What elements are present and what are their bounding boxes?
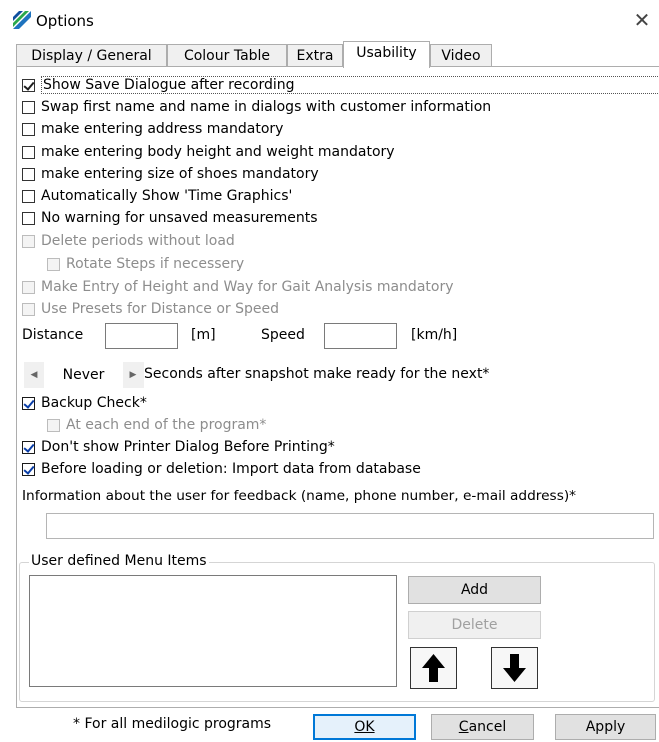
spin-right-icon[interactable]: ▶ bbox=[123, 362, 143, 388]
checkbox-label: Make Entry of Height and Way for Gait An… bbox=[41, 279, 454, 295]
title-bar: Options ✕ bbox=[0, 0, 659, 38]
checkbox-box[interactable] bbox=[22, 234, 35, 248]
footer-note: * For all medilogic programs bbox=[73, 716, 272, 732]
checkbox-box[interactable] bbox=[22, 396, 35, 410]
checkbox-box[interactable] bbox=[22, 211, 35, 225]
checkbox-box[interactable] bbox=[22, 145, 35, 159]
checkbox-label: No warning for unsaved measurements bbox=[41, 210, 318, 226]
checkbox-label: make entering body height and weight man… bbox=[41, 144, 395, 160]
snapshot-label: Seconds after snapshot make ready for th… bbox=[144, 366, 490, 382]
import-data-checkbox[interactable]: Before loading or deletion: Import data … bbox=[22, 459, 421, 479]
no-printer-dialog-checkbox[interactable]: Don't show Printer Dialog Before Printin… bbox=[22, 437, 335, 457]
speed-unit: [km/h] bbox=[411, 327, 458, 343]
checkbox-label: make entering size of shoes mandatory bbox=[41, 166, 319, 182]
arrow-up-icon bbox=[422, 654, 445, 682]
checkbox-box[interactable] bbox=[22, 462, 35, 476]
checkbox-label: Swap first name and name in dialogs with… bbox=[41, 99, 492, 115]
add-button[interactable]: Add bbox=[408, 576, 541, 604]
checkbox-label: Delete periods without load bbox=[41, 233, 235, 249]
feedback-label: Information about the user for feedback … bbox=[22, 488, 577, 504]
arrow-down-icon bbox=[503, 654, 526, 682]
show-save-dialogue-checkbox[interactable]: Show Save Dialogue after recording bbox=[22, 75, 659, 95]
window-title: Options bbox=[36, 12, 94, 30]
checkbox-label: Don't show Printer Dialog Before Printin… bbox=[41, 439, 335, 455]
use-presets-checkbox[interactable]: Use Presets for Distance or Speed bbox=[22, 299, 279, 319]
feedback-input[interactable] bbox=[46, 513, 654, 539]
backup-check-checkbox[interactable]: Backup Check* bbox=[22, 393, 147, 413]
user-menu-legend: User defined Menu Items bbox=[29, 553, 209, 569]
address-mandatory-checkbox[interactable]: make entering address mandatory bbox=[22, 119, 283, 139]
checkbox-box[interactable] bbox=[22, 302, 35, 316]
user-menu-list[interactable] bbox=[29, 575, 397, 687]
snapshot-seconds-spinner[interactable]: ◀ Never ▶ bbox=[24, 362, 144, 388]
checkbox-label: Show Save Dialogue after recording bbox=[41, 76, 659, 94]
checkbox-box[interactable] bbox=[22, 100, 35, 114]
checkbox-label: Automatically Show 'Time Graphics' bbox=[41, 188, 293, 204]
move-down-button[interactable] bbox=[491, 647, 538, 689]
tab-extra[interactable]: Extra bbox=[287, 44, 343, 66]
checkbox-box[interactable] bbox=[47, 418, 60, 432]
each-end-checkbox[interactable]: At each end of the program* bbox=[47, 415, 266, 435]
distance-unit: [m] bbox=[191, 327, 216, 343]
body-mandatory-checkbox[interactable]: make entering body height and weight man… bbox=[22, 142, 395, 162]
checkbox-box[interactable] bbox=[22, 122, 35, 136]
apply-label: Apply bbox=[585, 719, 626, 735]
delete-button[interactable]: Delete bbox=[408, 611, 541, 639]
tab-display-general[interactable]: Display / General bbox=[16, 44, 167, 66]
apply-button[interactable]: Apply bbox=[555, 714, 656, 740]
checkbox-label: At each end of the program* bbox=[66, 417, 267, 433]
tab-usability[interactable]: Usability bbox=[343, 41, 430, 68]
distance-input[interactable] bbox=[105, 323, 178, 349]
no-warning-checkbox[interactable]: No warning for unsaved measurements bbox=[22, 208, 318, 228]
shoes-mandatory-checkbox[interactable]: make entering size of shoes mandatory bbox=[22, 164, 319, 184]
checkbox-box[interactable] bbox=[22, 189, 35, 203]
time-graphics-checkbox[interactable]: Automatically Show 'Time Graphics' bbox=[22, 186, 292, 206]
tab-colour-table[interactable]: Colour Table bbox=[167, 44, 287, 66]
close-icon[interactable]: ✕ bbox=[632, 8, 652, 32]
gait-mandatory-checkbox[interactable]: Make Entry of Height and Way for Gait An… bbox=[22, 277, 454, 297]
swap-names-checkbox[interactable]: Swap first name and name in dialogs with… bbox=[22, 97, 491, 117]
checkbox-label: Before loading or deletion: Import data … bbox=[41, 461, 421, 477]
delete-periods-checkbox[interactable]: Delete periods without load bbox=[22, 231, 235, 251]
checkbox-box[interactable] bbox=[22, 167, 35, 181]
checkbox-label: Backup Check* bbox=[41, 395, 147, 411]
cancel-button[interactable]: Cancel bbox=[431, 714, 534, 740]
checkbox-box[interactable] bbox=[22, 78, 35, 92]
move-up-button[interactable] bbox=[410, 647, 457, 689]
distance-label: Distance bbox=[22, 327, 84, 343]
cancel-label: Cancel bbox=[458, 719, 507, 735]
ok-label: OK bbox=[354, 719, 375, 735]
rotate-steps-checkbox[interactable]: Rotate Steps if necessery bbox=[47, 254, 244, 274]
checkbox-label: make entering address mandatory bbox=[41, 121, 284, 137]
snapshot-seconds-value: Never bbox=[44, 362, 123, 388]
app-logo-icon bbox=[13, 11, 31, 29]
speed-label: Speed bbox=[261, 327, 305, 343]
checkbox-label: Rotate Steps if necessery bbox=[66, 256, 245, 272]
checkbox-label: Use Presets for Distance or Speed bbox=[41, 301, 280, 317]
spin-left-icon[interactable]: ◀ bbox=[24, 362, 44, 388]
checkbox-box[interactable] bbox=[47, 257, 60, 271]
ok-button[interactable]: OK bbox=[313, 714, 416, 740]
tab-video[interactable]: Video bbox=[430, 44, 492, 66]
speed-input[interactable] bbox=[324, 323, 397, 349]
checkbox-box[interactable] bbox=[22, 440, 35, 454]
checkbox-box[interactable] bbox=[22, 280, 35, 294]
